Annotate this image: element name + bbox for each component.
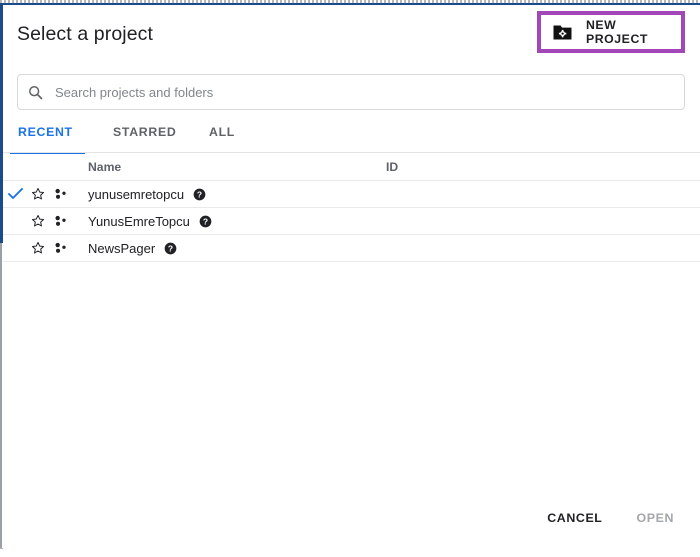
check-icon (7, 188, 23, 199)
project-name-cell[interactable]: yunusemretopcu ? (72, 187, 372, 202)
star-outline-icon[interactable] (27, 241, 49, 255)
star-outline-icon[interactable] (27, 214, 49, 228)
svg-text:?: ? (203, 216, 208, 226)
svg-text:?: ? (168, 243, 173, 253)
open-button[interactable]: OPEN (634, 507, 676, 529)
project-name-cell[interactable]: YunusEmreTopcu ? (72, 214, 372, 229)
project-table: Name ID yunusemretopcu ? YunusEmreTopcu … (3, 153, 700, 498)
cloud-project-icon (50, 214, 72, 228)
new-project-button[interactable]: NEW PROJECT (541, 15, 681, 49)
new-project-highlight-box: NEW PROJECT (537, 11, 685, 53)
create-new-folder-icon (553, 24, 572, 40)
tab-all[interactable]: ALL (209, 124, 235, 154)
search-icon (28, 85, 43, 100)
project-name-cell[interactable]: NewsPager ? (72, 241, 372, 256)
table-header-row: Name ID (3, 153, 700, 181)
tab-bar: RECENT STARRED ALL (3, 124, 700, 154)
project-name: NewsPager (88, 240, 156, 256)
cloud-project-icon (50, 187, 72, 201)
svg-text:?: ? (197, 189, 202, 199)
search-box[interactable] (17, 74, 685, 110)
dialog-body: Select a project NEW PROJECT Search proj… (3, 6, 700, 549)
table-row[interactable]: yunusemretopcu ? (3, 181, 700, 208)
table-row[interactable]: NewsPager ? (3, 235, 700, 262)
window-left-border-gray (0, 243, 2, 548)
tab-all-label: ALL (209, 125, 236, 139)
dialog-footer: CANCEL OPEN (3, 501, 700, 535)
cloud-project-icon (50, 241, 72, 255)
table-row[interactable]: YunusEmreTopcu ? (3, 208, 700, 235)
dialog-header: Select a project NEW PROJECT (3, 6, 700, 68)
row-selected-check (3, 188, 27, 200)
column-header-name: Name (88, 159, 122, 174)
tab-starred[interactable]: STARRED (113, 124, 176, 154)
new-project-label: NEW PROJECT (586, 18, 648, 46)
select-project-dialog: Select a project NEW PROJECT Search proj… (0, 0, 700, 557)
help-circle-icon[interactable]: ? (199, 215, 212, 228)
window-top-border (0, 3, 700, 5)
search-input[interactable] (53, 83, 657, 101)
search-row (3, 68, 700, 120)
cancel-button[interactable]: CANCEL (545, 507, 604, 529)
column-header-id: ID (386, 159, 399, 174)
tab-recent-label: RECENT (18, 125, 73, 139)
star-outline-icon[interactable] (27, 187, 49, 201)
table-empty-area (3, 262, 700, 498)
help-circle-icon[interactable]: ? (193, 188, 206, 201)
page-title: Select a project (17, 23, 154, 45)
tab-starred-label: STARRED (113, 125, 177, 139)
help-circle-icon[interactable]: ? (164, 242, 177, 255)
project-name: YunusEmreTopcu (88, 213, 190, 229)
project-name: yunusemretopcu (88, 186, 185, 202)
tab-recent[interactable]: RECENT (10, 124, 85, 154)
